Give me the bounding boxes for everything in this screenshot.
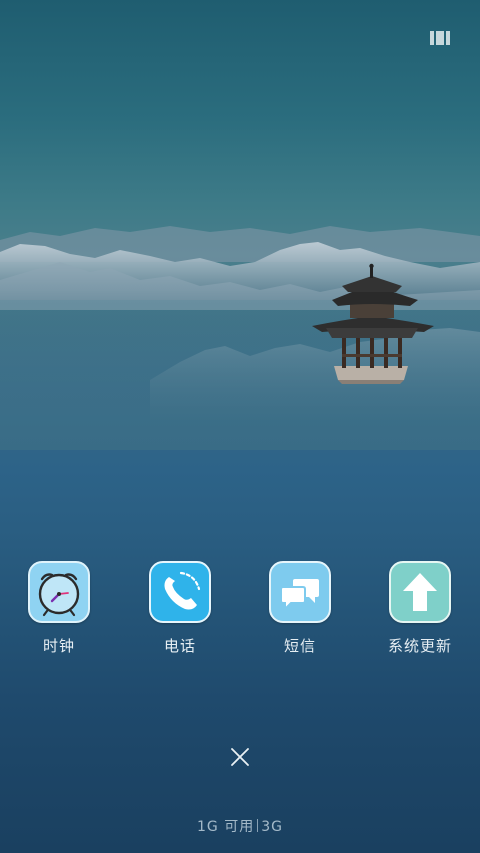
clear-all-button[interactable] — [227, 744, 253, 770]
app-messages[interactable]: 短信 — [255, 561, 345, 656]
divider — [257, 819, 259, 832]
app-label: 电话 — [163, 637, 196, 655]
phone-app-icon[interactable] — [149, 561, 211, 623]
wallpaper — [0, 226, 480, 450]
network-type: 3G — [261, 819, 283, 835]
clock-app-icon[interactable] — [28, 561, 90, 623]
recent-apps-icon[interactable] — [430, 30, 450, 46]
available-memory: 1G 可用 — [197, 819, 255, 835]
system-update-app-icon[interactable] — [389, 561, 451, 623]
app-label: 系统更新 — [387, 637, 452, 655]
memory-status: 1G 可用 3G — [0, 816, 480, 836]
upload-arrow-icon — [403, 573, 437, 611]
message-icon — [280, 579, 319, 612]
app-phone[interactable]: 电话 — [135, 561, 225, 656]
messages-app-icon[interactable] — [269, 561, 331, 623]
app-clock[interactable]: 时钟 — [14, 561, 104, 656]
app-label: 时钟 — [42, 637, 75, 655]
app-label: 短信 — [283, 637, 316, 655]
app-system-update[interactable]: 系统更新 — [375, 561, 465, 656]
phone-icon — [164, 571, 201, 610]
recent-apps-row: 时钟 电话 短信 系统更新 — [0, 561, 480, 661]
close-icon — [231, 748, 249, 766]
clock-icon — [38, 573, 80, 617]
